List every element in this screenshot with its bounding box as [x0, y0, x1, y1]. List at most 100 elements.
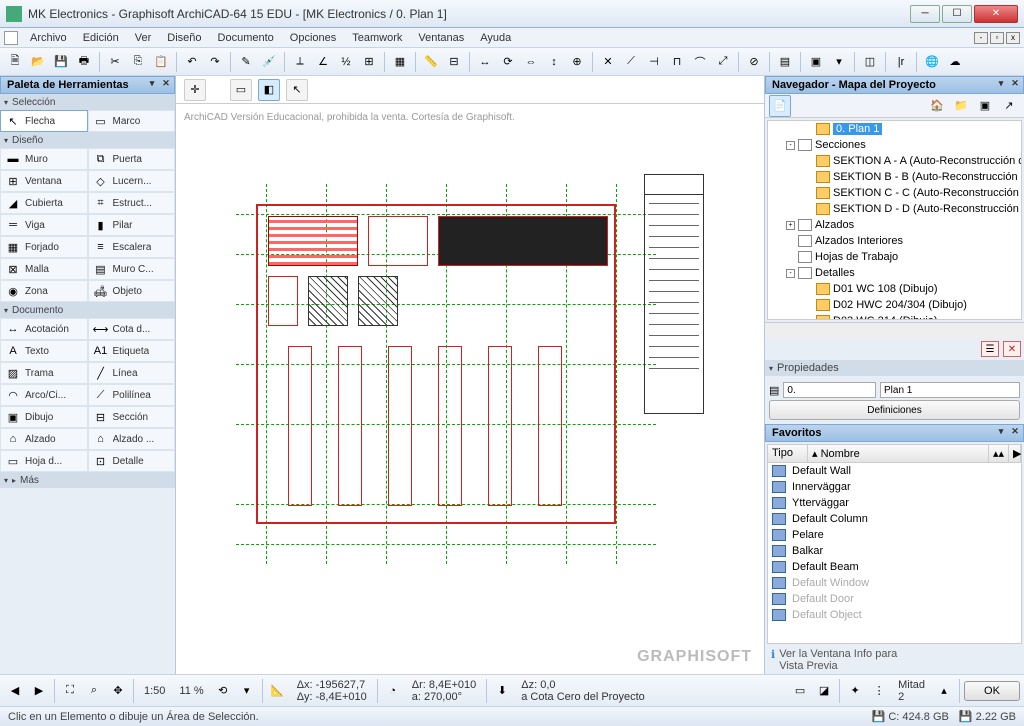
- elevate-button[interactable]: ↕: [543, 51, 565, 73]
- ruler-button[interactable]: 📏: [420, 51, 442, 73]
- tool-flecha[interactable]: ↖Flecha: [0, 110, 88, 132]
- wall-mode-button[interactable]: ▭: [230, 79, 252, 101]
- snap-half-button[interactable]: ½: [335, 51, 357, 73]
- expand-icon[interactable]: -: [786, 141, 795, 150]
- favorite-item[interactable]: Default Wall: [768, 463, 1021, 479]
- favorite-item[interactable]: Innerväggar: [768, 479, 1021, 495]
- expand-icon[interactable]: -: [786, 269, 795, 278]
- 3d-button[interactable]: ◪: [813, 680, 835, 702]
- tool-escalera[interactable]: ≡Escalera: [88, 236, 176, 258]
- snap-button[interactable]: ✦: [844, 680, 866, 702]
- tool-muro[interactable]: ▬Muro: [0, 148, 88, 170]
- close-button[interactable]: ✕: [974, 5, 1018, 23]
- nav-map-button[interactable]: 🏠: [926, 95, 948, 117]
- mdi-minimize-button[interactable]: -: [974, 32, 988, 44]
- syringe-button[interactable]: 💉: [258, 51, 280, 73]
- rotate-button[interactable]: ⟳: [497, 51, 519, 73]
- tree-item[interactable]: 0. Plan 1: [768, 121, 1021, 137]
- tool-muroc[interactable]: ▤Muro C...: [88, 258, 176, 280]
- menu-archivo[interactable]: Archivo: [22, 30, 75, 46]
- section-documento[interactable]: Documento: [0, 302, 175, 318]
- origin-button[interactable]: ✛: [184, 79, 206, 101]
- tree-item[interactable]: D03 WC 214 (Dibujo): [768, 313, 1021, 320]
- tool-alzadoi[interactable]: ⌂Alzado ...: [88, 428, 176, 450]
- tool-alzado[interactable]: ⌂Alzado: [0, 428, 88, 450]
- orient-button[interactable]: ⟲: [212, 680, 234, 702]
- snap-angle-button[interactable]: ∠: [312, 51, 334, 73]
- prop-name-input[interactable]: [880, 382, 1020, 398]
- properties-header[interactable]: Propiedades: [765, 360, 1024, 376]
- favorite-item[interactable]: Ytterväggar: [768, 495, 1021, 511]
- spin-up-button[interactable]: ▴: [933, 680, 955, 702]
- split-button[interactable]: ⟋: [620, 51, 642, 73]
- tool-forjado[interactable]: ▦Forjado: [0, 236, 88, 258]
- menu-documento[interactable]: Documento: [210, 30, 282, 46]
- tree-scrollbar[interactable]: [765, 322, 1024, 338]
- favorite-item[interactable]: Pelare: [768, 527, 1021, 543]
- open-button[interactable]: 📂: [27, 51, 49, 73]
- tree-item[interactable]: D01 WC 108 (Dibujo): [768, 281, 1021, 297]
- paste-button[interactable]: 📋: [150, 51, 172, 73]
- tool-zona[interactable]: ◉Zona: [0, 280, 88, 302]
- nav-delete-button[interactable]: ✕: [1003, 341, 1021, 357]
- suspend-button[interactable]: ⊘: [743, 51, 765, 73]
- polar-mode-button[interactable]: ◔: [382, 680, 404, 702]
- measure-button[interactable]: |r: [890, 51, 912, 73]
- tool-detalle[interactable]: ⊡Detalle: [88, 450, 176, 472]
- resize-button[interactable]: ⤢: [712, 51, 734, 73]
- palette-opts-icon[interactable]: ▾: [146, 78, 158, 90]
- favorite-item[interactable]: Default Object: [768, 607, 1021, 623]
- trim-button[interactable]: ✕: [597, 51, 619, 73]
- layer-button[interactable]: ▤: [774, 51, 796, 73]
- redo-button[interactable]: ↷: [204, 51, 226, 73]
- menu-edicion[interactable]: Edición: [75, 30, 127, 46]
- zoom-opts-button[interactable]: ▾: [236, 680, 258, 702]
- favorite-item[interactable]: Default Beam: [768, 559, 1021, 575]
- help-button[interactable]: 🌐: [921, 51, 943, 73]
- undo-button[interactable]: ↶: [181, 51, 203, 73]
- print-button[interactable]: 🖶: [73, 51, 95, 73]
- tree-item[interactable]: D02 HWC 204/304 (Dibujo): [768, 297, 1021, 313]
- view-button[interactable]: ◫: [859, 51, 881, 73]
- mdi-close-button[interactable]: x: [1006, 32, 1020, 44]
- tree-item[interactable]: Hojas de Trabajo: [768, 249, 1021, 265]
- section-diseno[interactable]: Diseño: [0, 132, 175, 148]
- maximize-button[interactable]: ☐: [942, 5, 972, 23]
- divide-button[interactable]: ⋮: [868, 680, 890, 702]
- tool-pilar[interactable]: ▮Pilar: [88, 214, 176, 236]
- tree-item[interactable]: -Secciones: [768, 137, 1021, 153]
- tool-etiqueta[interactable]: A1Etiqueta: [88, 340, 176, 362]
- zoom-label[interactable]: 11 %: [179, 685, 203, 697]
- nav-project-button[interactable]: 📄: [769, 95, 791, 117]
- new-button[interactable]: 🗎: [4, 51, 26, 73]
- tool-hoja[interactable]: ▭Hoja d...: [0, 450, 88, 472]
- nav-opts-icon[interactable]: ▾: [995, 78, 1007, 90]
- move-button[interactable]: ↔: [474, 51, 496, 73]
- scale-label[interactable]: 1:50: [144, 685, 165, 697]
- mdi-restore-button[interactable]: ▫: [990, 32, 1004, 44]
- definitions-button[interactable]: Definiciones: [769, 400, 1020, 420]
- coord-mode-button[interactable]: 📐: [267, 680, 289, 702]
- marquee-button[interactable]: ▭: [789, 680, 811, 702]
- eyedropper-button[interactable]: ✎: [235, 51, 257, 73]
- prop-id-input[interactable]: [783, 382, 876, 398]
- tool-ventana[interactable]: ⊞Ventana: [0, 170, 88, 192]
- menu-diseno[interactable]: Diseño: [159, 30, 209, 46]
- align-button[interactable]: ⊟: [443, 51, 465, 73]
- gravity-button[interactable]: ⬇: [491, 680, 513, 702]
- wall-option-button[interactable]: ◧: [258, 79, 280, 101]
- tree-item[interactable]: SEKTION C - C (Auto-Reconstrucción del: [768, 185, 1021, 201]
- favorite-item[interactable]: Balkar: [768, 543, 1021, 559]
- nav-prev-button[interactable]: ◀: [4, 680, 26, 702]
- drawing-canvas[interactable]: ArchiCAD Versión Educacional, prohibida …: [176, 104, 764, 674]
- menu-ayuda[interactable]: Ayuda: [472, 30, 519, 46]
- tool-cotad[interactable]: ⟷Cota d...: [88, 318, 176, 340]
- expand-icon[interactable]: +: [786, 221, 795, 230]
- tool-linea[interactable]: ╱Línea: [88, 362, 176, 384]
- menu-ventanas[interactable]: Ventanas: [410, 30, 472, 46]
- palette-close-icon[interactable]: ✕: [160, 78, 172, 90]
- section-seleccion[interactable]: Selección: [0, 94, 175, 110]
- tool-dibujo[interactable]: ▣Dibujo: [0, 406, 88, 428]
- favorite-item[interactable]: Default Window: [768, 575, 1021, 591]
- save-button[interactable]: 💾: [50, 51, 72, 73]
